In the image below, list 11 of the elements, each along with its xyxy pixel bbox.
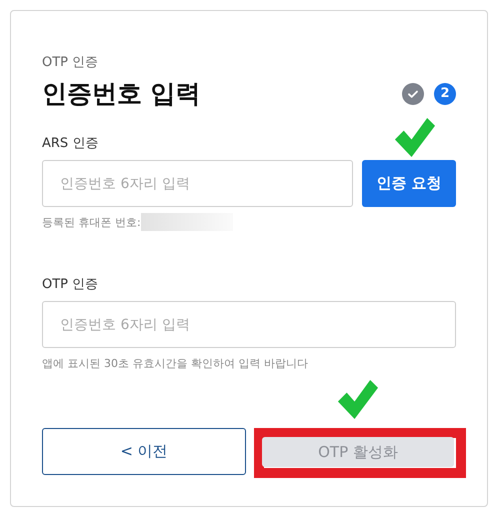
step-number: 2 — [434, 82, 456, 104]
helper-text: 등록된 휴대폰 번호: — [42, 214, 141, 230]
input-field[interactable]: 인증번호 6자리 입력 — [42, 301, 456, 348]
helper-text: 앱에 표시된 30초 유효시간을 확인하여 입력 바랍니다 — [42, 356, 308, 370]
back-button[interactable]: < 이전 — [42, 428, 246, 475]
field-label: ARS 인증 — [42, 135, 100, 152]
section-label: OTP 인증 — [42, 54, 100, 71]
field-label: OTP 인증 — [42, 276, 100, 293]
request-button[interactable]: 인증 요청 — [362, 160, 456, 207]
page-title: 인증번호 입력 — [42, 78, 201, 110]
input-field[interactable]: 인증번호 6자리 입력 — [42, 160, 353, 207]
